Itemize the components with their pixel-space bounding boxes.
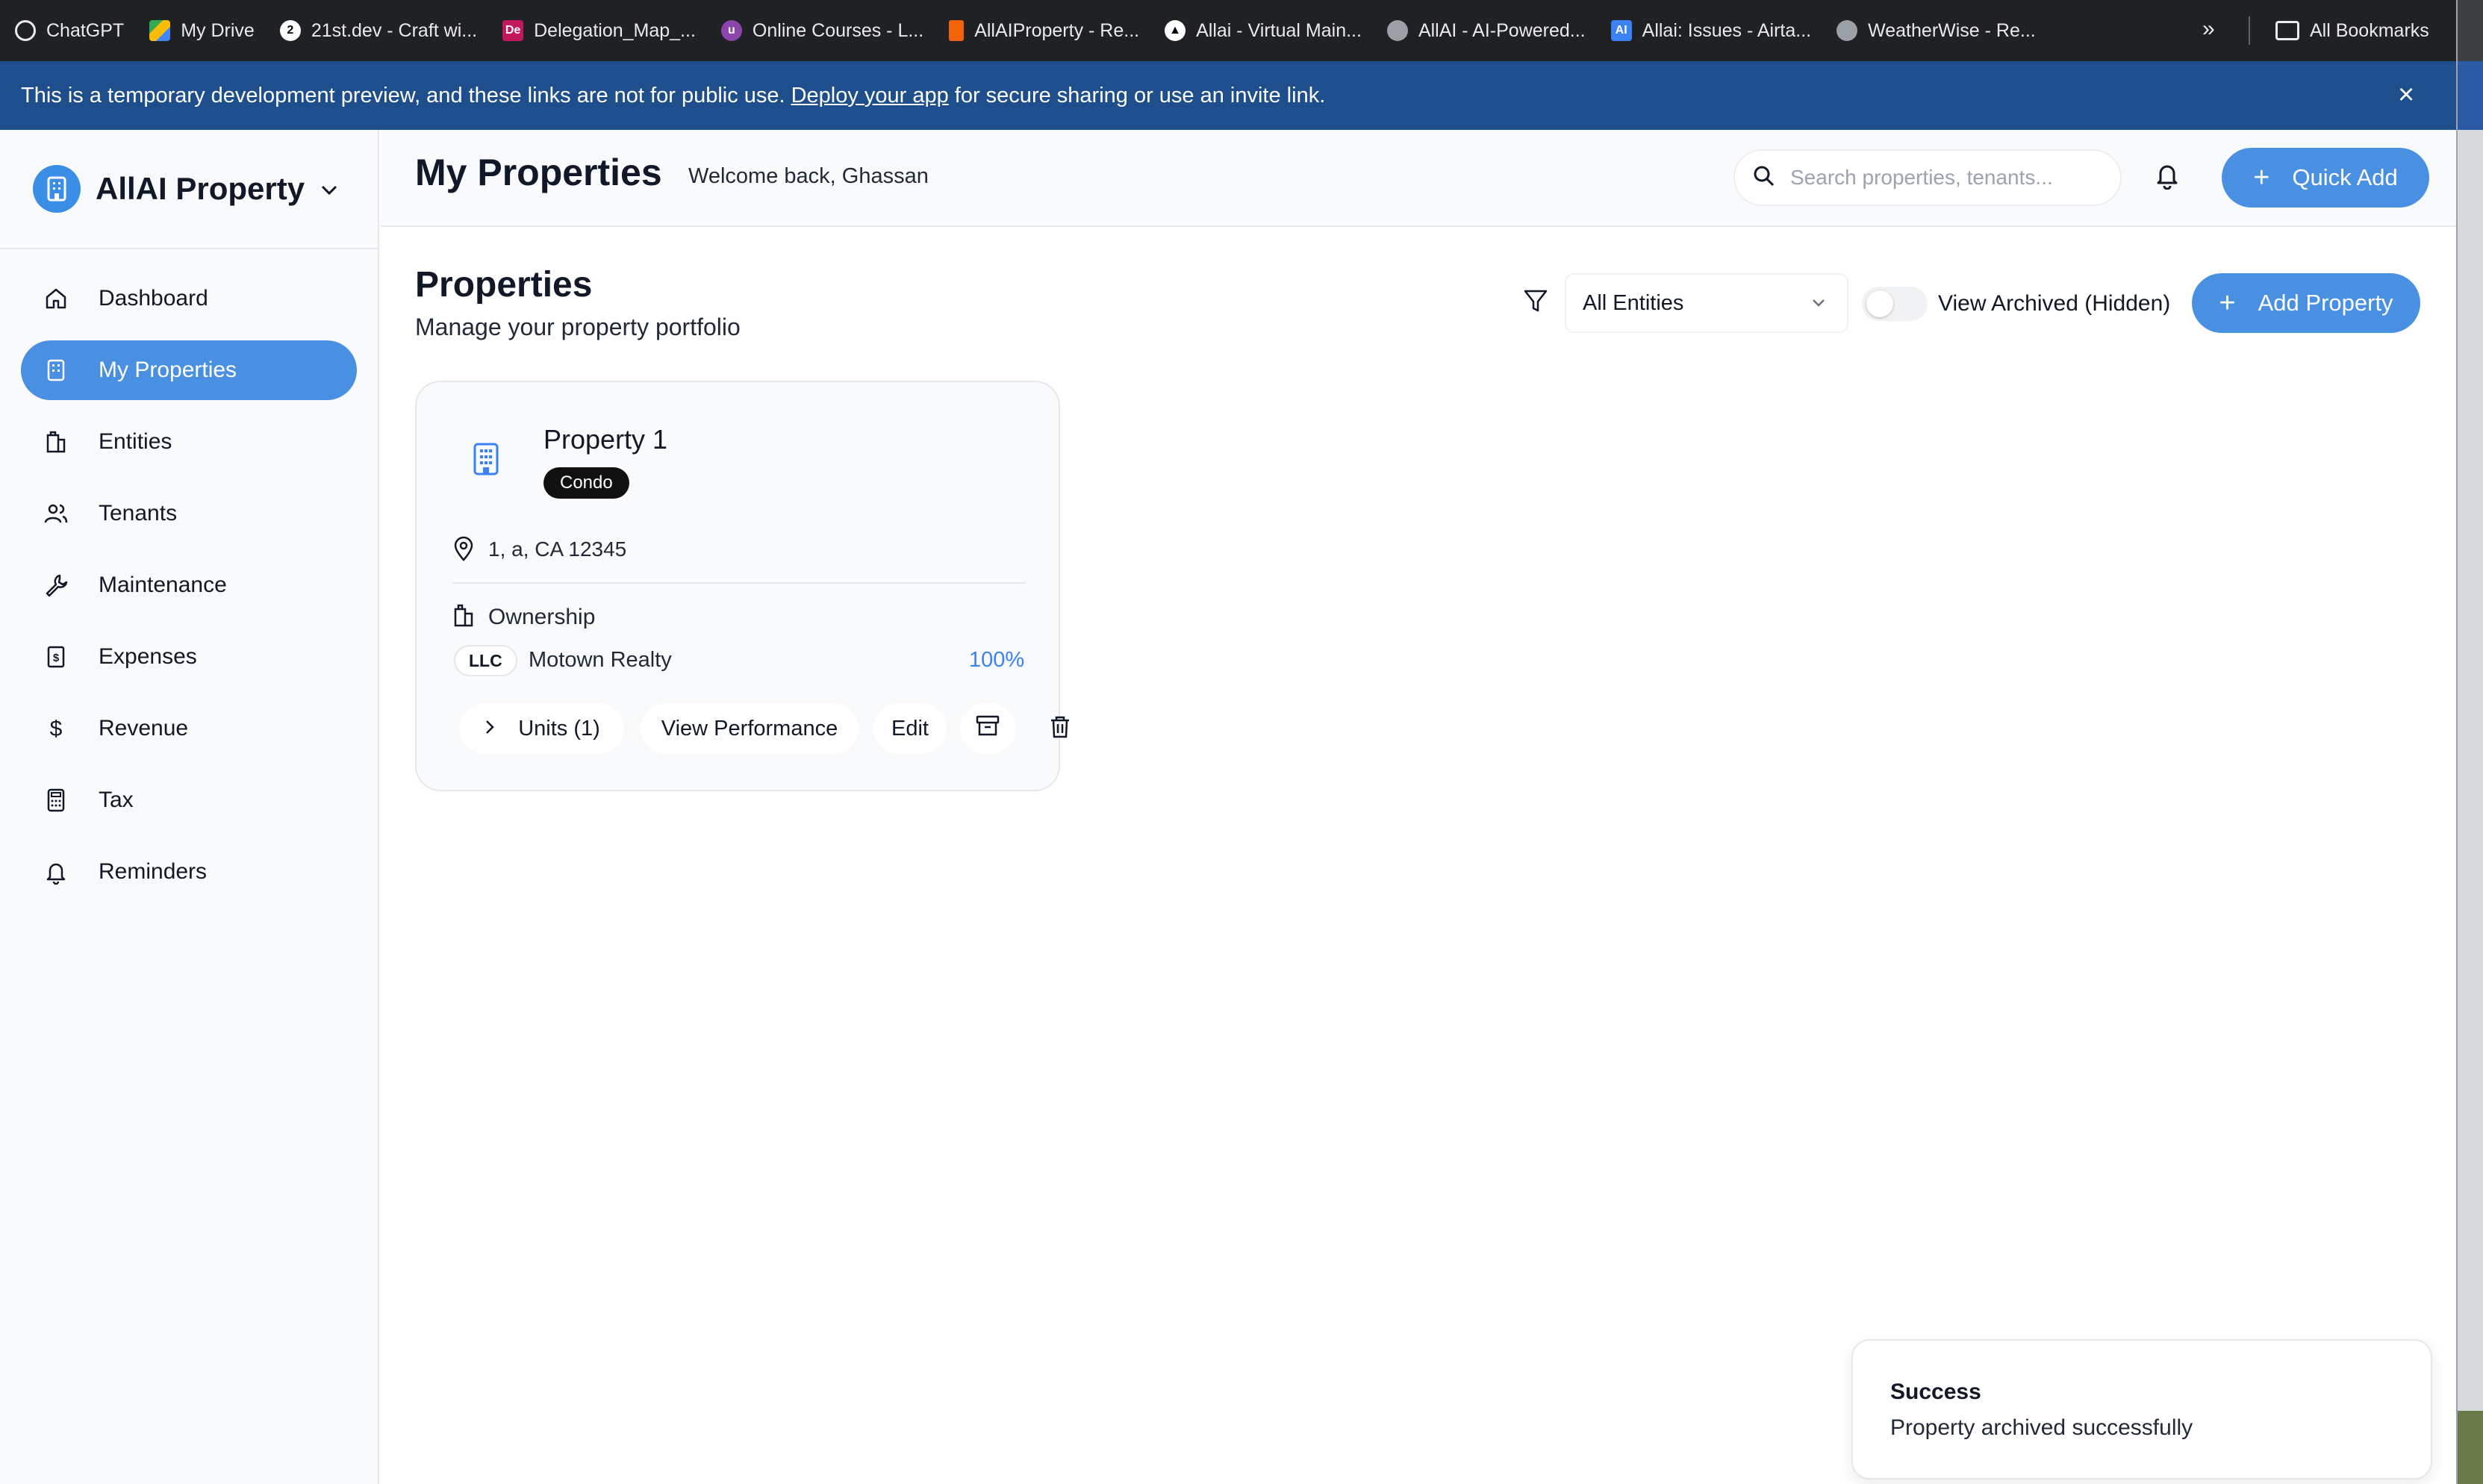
banner-text: This is a temporary development preview,… bbox=[21, 83, 785, 107]
more-bookmarks-icon[interactable]: » bbox=[2202, 16, 2215, 42]
sidebar-item-reminders[interactable]: Reminders bbox=[21, 842, 357, 902]
bookmark-my-drive[interactable]: My Drive bbox=[149, 20, 255, 42]
edit-button[interactable]: Edit bbox=[873, 703, 947, 754]
chevron-down-icon bbox=[1810, 293, 1828, 317]
brand-name: AllAI Property bbox=[96, 171, 305, 206]
property-card: Property 1 Condo 1, a, CA 12345 Ownershi… bbox=[415, 381, 1069, 791]
svg-text:$: $ bbox=[53, 652, 60, 664]
wrench-icon bbox=[43, 573, 69, 598]
section-subtitle: Manage your property portfolio bbox=[415, 314, 741, 340]
notifications-bell-icon[interactable] bbox=[2155, 161, 2180, 193]
bookmark-allaiproperty[interactable]: AllAIProperty - Re... bbox=[949, 20, 1139, 42]
globe-icon bbox=[1836, 20, 1858, 41]
property-name: Property 1 bbox=[543, 424, 668, 455]
add-property-button[interactable]: + Add Property bbox=[2192, 273, 2420, 333]
bookmark-allai-ai-powered[interactable]: AllAI - AI-Powered... bbox=[1386, 20, 1586, 42]
users-icon bbox=[43, 501, 69, 526]
owner-type-badge: LLC bbox=[454, 645, 517, 676]
property-type-badge: Condo bbox=[543, 467, 629, 499]
building-icon bbox=[43, 358, 69, 383]
bookmark-online-courses[interactable]: u Online Courses - L... bbox=[720, 20, 923, 42]
search-input[interactable] bbox=[1790, 166, 2104, 190]
bookmark-weatherwise[interactable]: WeatherWise - Re... bbox=[1836, 20, 2036, 42]
archive-icon bbox=[976, 714, 1000, 743]
top-header: My Properties Welcome back, Ghassan + Qu… bbox=[381, 130, 2456, 227]
dollar-icon: $ bbox=[43, 716, 69, 741]
deploy-app-link[interactable]: Deploy your app bbox=[791, 84, 949, 108]
card-divider bbox=[452, 582, 1026, 584]
filter-icon bbox=[1523, 288, 1548, 317]
sidebar-item-entities[interactable]: Entities bbox=[21, 412, 357, 472]
brand-switcher[interactable]: AllAI Property bbox=[0, 130, 378, 249]
banner-text-after: for secure sharing or use an invite link… bbox=[954, 83, 1326, 107]
sidebar-item-my-properties[interactable]: My Properties bbox=[21, 340, 357, 400]
quick-add-button[interactable]: + Quick Add bbox=[2222, 148, 2429, 208]
sidebar-item-tax[interactable]: Tax bbox=[21, 770, 357, 830]
owner-percentage: 100% bbox=[969, 648, 1025, 672]
units-button[interactable]: Units (1) bbox=[460, 703, 624, 754]
close-icon[interactable]: × bbox=[2398, 81, 2414, 109]
plus-icon: + bbox=[2253, 162, 2270, 193]
folder-icon bbox=[2275, 21, 2299, 40]
owner-name: Motown Realty bbox=[529, 648, 672, 672]
search-icon bbox=[1753, 165, 1775, 191]
sidebar: AllAI Property Dashboard My Properties E… bbox=[0, 130, 379, 1484]
all-bookmarks-button[interactable]: All Bookmarks bbox=[2275, 0, 2429, 61]
udemy-icon: u bbox=[720, 20, 742, 41]
bookmark-delegation-map[interactable]: De Delegation_Map_... bbox=[502, 20, 696, 42]
dev-preview-banner: This is a temporary development preview,… bbox=[0, 61, 2456, 130]
map-pin-icon bbox=[452, 536, 475, 565]
bell-icon bbox=[43, 859, 69, 885]
building-icon bbox=[472, 442, 500, 480]
chevron-right-icon bbox=[484, 717, 496, 741]
ownership-label: Ownership bbox=[488, 605, 596, 629]
bookmark-allai-issues[interactable]: AI Allai: Issues - Airta... bbox=[1610, 20, 1811, 42]
home-icon bbox=[43, 286, 69, 311]
plus-icon: + bbox=[2219, 287, 2236, 319]
toggle-knob bbox=[1866, 290, 1893, 317]
bookmarks-bar: ChatGPT My Drive 2 21st.dev - Craft wi..… bbox=[0, 0, 2483, 61]
sidebar-nav: Dashboard My Properties Entities Tenants… bbox=[0, 249, 378, 902]
property-address: 1, a, CA 12345 bbox=[488, 537, 627, 561]
search-box bbox=[1733, 149, 2122, 206]
entities-icon bbox=[43, 429, 69, 455]
google-drive-icon bbox=[149, 20, 171, 41]
section-title: Properties bbox=[415, 265, 593, 305]
sidebar-item-maintenance[interactable]: Maintenance bbox=[21, 555, 357, 615]
page-title: My Properties bbox=[415, 152, 662, 193]
21st-icon: 2 bbox=[279, 20, 301, 41]
replit-icon bbox=[949, 20, 965, 41]
ownership-icon bbox=[452, 603, 475, 631]
chevron-down-icon bbox=[321, 178, 337, 201]
toast-title: Success bbox=[1890, 1379, 1981, 1404]
entity-filter-value: All Entities bbox=[1583, 290, 1684, 315]
sidebar-item-expenses[interactable]: $ Expenses bbox=[21, 627, 357, 687]
sidebar-item-dashboard[interactable]: Dashboard bbox=[21, 269, 357, 328]
receipt-icon: $ bbox=[43, 644, 69, 670]
bookmark-21st-dev[interactable]: 2 21st.dev - Craft wi... bbox=[279, 20, 477, 42]
success-toast: Success Property archived successfully bbox=[1851, 1339, 2432, 1480]
sidebar-item-tenants[interactable]: Tenants bbox=[21, 484, 357, 543]
welcome-text: Welcome back, Ghassan bbox=[688, 164, 929, 188]
entity-filter-select[interactable]: All Entities bbox=[1565, 273, 1848, 333]
globe-icon bbox=[1386, 20, 1408, 41]
de-icon: De bbox=[502, 20, 524, 41]
sidebar-item-revenue[interactable]: $ Revenue bbox=[21, 699, 357, 758]
view-archived-toggle[interactable] bbox=[1862, 287, 1928, 321]
building-icon bbox=[33, 165, 81, 213]
view-archived-label: View Archived (Hidden) bbox=[1938, 291, 2171, 316]
bookmark-chatgpt[interactable]: ChatGPT bbox=[15, 20, 124, 42]
triangle-icon: ▲ bbox=[1165, 20, 1186, 41]
ai-icon: AI bbox=[1610, 20, 1632, 41]
chatgpt-icon bbox=[15, 20, 36, 41]
toast-message: Property archived successfully bbox=[1890, 1415, 2193, 1440]
calculator-icon bbox=[43, 788, 69, 813]
trash-icon[interactable] bbox=[1050, 715, 1071, 743]
view-performance-button[interactable]: View Performance bbox=[641, 703, 859, 754]
bookmark-allai-virtual[interactable]: ▲ Allai - Virtual Main... bbox=[1165, 20, 1362, 42]
svg-text:$: $ bbox=[50, 717, 63, 741]
archive-button[interactable] bbox=[960, 703, 1015, 754]
bookmarks-divider bbox=[2249, 16, 2250, 45]
adjacent-window-edge bbox=[2456, 0, 2483, 1484]
